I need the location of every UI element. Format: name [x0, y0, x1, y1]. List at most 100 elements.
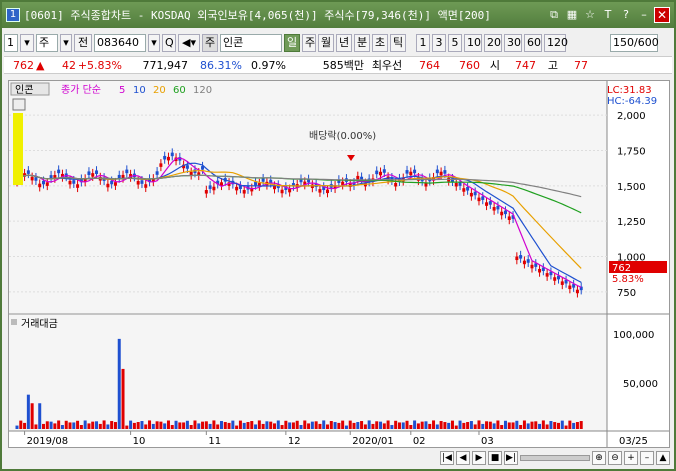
index-selector[interactable]: 1: [4, 34, 18, 52]
count-button-60[interactable]: 60: [524, 34, 542, 52]
count-button-30[interactable]: 30: [504, 34, 522, 52]
zoom-out-icon[interactable]: ⊖: [608, 451, 622, 465]
nav-prev-button[interactable]: ◀: [456, 451, 470, 465]
volume-bar: [129, 420, 133, 429]
candle-body: [72, 180, 76, 184]
period-day-button[interactable]: 일: [284, 34, 300, 52]
zoom-in-icon[interactable]: ⊕: [592, 451, 606, 465]
current-price: 762: [13, 58, 34, 72]
triangle-icon[interactable]: ▲: [656, 451, 670, 465]
period-tick-button[interactable]: 틱: [390, 34, 406, 52]
high-label: 고: [547, 59, 558, 72]
period-week-button[interactable]: 주: [302, 34, 316, 52]
volume-bar: [371, 423, 375, 429]
grid-icon[interactable]: ▦: [564, 7, 580, 23]
market-type-dropdown[interactable]: ▾: [60, 34, 72, 52]
volume-bar: [23, 422, 27, 429]
period-year-button[interactable]: 년: [336, 34, 352, 52]
minimize-button[interactable]: –: [636, 7, 652, 23]
chart-area[interactable]: 인콘 종가 단순 5 10 20 60 120 LC:31.83 HC:-64.…: [8, 80, 670, 448]
count-button-3[interactable]: 3: [432, 34, 446, 52]
close-button[interactable]: ✕: [654, 7, 670, 23]
volume-bar: [439, 421, 443, 429]
search-icon[interactable]: Q: [162, 34, 176, 52]
hc-label: HC:-64.39: [607, 96, 657, 107]
calculator-icon[interactable]: [12, 98, 26, 111]
candle-body: [454, 182, 458, 187]
candle-body: [405, 170, 409, 174]
index-dropdown[interactable]: ▾: [20, 34, 34, 52]
volume-bar: [488, 421, 492, 429]
nav-next-button[interactable]: ▶: [472, 451, 486, 465]
volume-bar: [60, 425, 64, 429]
candle-body: [185, 165, 189, 169]
all-button[interactable]: 전: [74, 34, 92, 52]
ma10-label: 10: [133, 85, 146, 96]
stock-chart-svg[interactable]: 인콘 종가 단순 5 10 20 60 120 LC:31.83 HC:-64.…: [9, 81, 669, 447]
stock-code-dropdown[interactable]: ▾: [148, 34, 160, 52]
title-bar: 1 [0601] 주식종합차트 - KOSDAQ 외국인보유[4,065(천)]…: [2, 2, 674, 28]
volume-bar: [390, 425, 394, 429]
help-icon[interactable]: ?: [618, 7, 634, 23]
count-button-1[interactable]: 1: [416, 34, 430, 52]
volume-bar: [57, 420, 61, 429]
stock-name-field[interactable]: 인콘: [220, 34, 282, 52]
period-month-button[interactable]: 월: [318, 34, 334, 52]
market-type-selector[interactable]: 주: [36, 34, 58, 52]
ma-label: 종가 단순: [61, 84, 101, 96]
stock-code-input[interactable]: 083640: [94, 34, 146, 52]
count-button-120[interactable]: 120: [544, 34, 568, 52]
volume-bar: [454, 425, 458, 429]
candle-body: [575, 289, 579, 294]
nav-first-button[interactable]: |◀: [440, 451, 454, 465]
volume-bar: [166, 420, 170, 429]
font-t-icon[interactable]: T: [600, 7, 616, 23]
link-icon[interactable]: ⧉: [546, 7, 562, 23]
volume-bar: [113, 422, 117, 429]
volume-bar: [310, 421, 314, 429]
view-count-field[interactable]: 150/600: [610, 34, 659, 52]
volume-title: 거래대금: [21, 318, 58, 330]
volume-pane-handle[interactable]: [11, 319, 17, 325]
volume-bar: [303, 420, 307, 429]
volume-bar: [254, 424, 258, 429]
count-button-20[interactable]: 20: [484, 34, 502, 52]
sound-icon[interactable]: ◀▾: [178, 34, 200, 52]
candle-body: [553, 277, 557, 281]
volume-bar: [246, 422, 250, 429]
nav-last-button[interactable]: ▶|: [504, 451, 518, 465]
volume-bar: [450, 420, 454, 429]
volume-bar: [223, 422, 227, 429]
volume-bar: [500, 425, 504, 429]
volume-bar: [386, 420, 390, 429]
volume-bar: [314, 421, 318, 429]
scroll-slider[interactable]: [520, 455, 590, 461]
volume: 771,947: [142, 58, 189, 72]
period-second-button[interactable]: 초: [372, 34, 388, 52]
candle-body: [326, 189, 330, 194]
ma20-label: 20: [153, 85, 166, 96]
remove-icon[interactable]: –: [640, 451, 654, 465]
volume-bar: [515, 420, 519, 429]
candle-body: [394, 182, 398, 187]
nav-stop-button[interactable]: ■: [488, 451, 502, 465]
volume-bar: [560, 420, 564, 429]
volume-bar: [469, 421, 473, 429]
volume-bar: [110, 421, 114, 429]
star-icon[interactable]: ☆: [582, 7, 598, 23]
count-button-5[interactable]: 5: [448, 34, 462, 52]
candle-body: [530, 264, 534, 269]
volume-bar: [352, 422, 356, 429]
candle-body: [26, 170, 30, 174]
add-icon[interactable]: +: [624, 451, 638, 465]
candle-body: [57, 169, 61, 174]
volume-bar: [367, 420, 371, 429]
open-price: 747: [515, 58, 536, 72]
candle-body: [38, 183, 42, 188]
period-minute-button[interactable]: 분: [354, 34, 370, 52]
volume-bar: [545, 424, 549, 429]
volume-bar: [507, 422, 511, 429]
candle-body: [110, 180, 114, 185]
candle-body: [68, 180, 72, 185]
count-button-10[interactable]: 10: [464, 34, 482, 52]
